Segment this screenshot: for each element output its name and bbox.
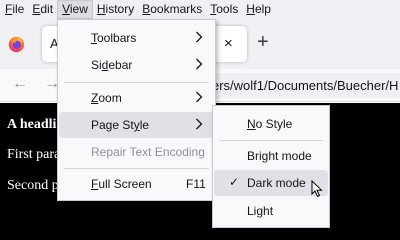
mouse-cursor-icon bbox=[311, 180, 323, 198]
page-style-bright-mode[interactable]: Bright mode bbox=[214, 143, 328, 169]
menu-view-mnemonic: V bbox=[62, 2, 70, 16]
page-style-no-style-label: No Style bbox=[247, 117, 293, 131]
view-menu-repair-text-encoding-label: Repair Text Encoding bbox=[91, 145, 205, 159]
menu-edit[interactable]: Edit bbox=[28, 0, 57, 19]
menu-view-label: iew bbox=[69, 2, 88, 16]
menu-view[interactable]: View bbox=[57, 0, 93, 19]
page-style-dark-mode-label: Dark mode bbox=[247, 176, 306, 190]
view-menu-repair-text-encoding[interactable]: Repair Text Encoding bbox=[59, 139, 214, 165]
view-menu: Toolbars Sidebar Zoom Page Style Repair … bbox=[57, 19, 216, 201]
menu-file[interactable]: File bbox=[1, 0, 28, 19]
menu-bookmarks[interactable]: Bookmarks bbox=[138, 0, 206, 19]
menu-help-label: elp bbox=[254, 2, 271, 16]
menu-history-label: istory bbox=[105, 2, 135, 16]
menu-bookmarks-label: ookmarks bbox=[150, 2, 203, 16]
menu-separator bbox=[64, 82, 209, 83]
view-menu-toolbars-label: Toolbars bbox=[91, 31, 137, 45]
page-heading: A headli bbox=[7, 117, 57, 132]
page-style-light-label: Light bbox=[247, 204, 274, 218]
submenu-arrow-icon bbox=[196, 118, 203, 130]
view-menu-sidebar-label: Sidebar bbox=[91, 58, 133, 72]
view-menu-zoom-label: Zoom bbox=[91, 91, 122, 105]
menu-tools[interactable]: Tools bbox=[206, 0, 242, 19]
submenu-arrow-icon bbox=[196, 31, 203, 43]
page-style-no-style[interactable]: No Style bbox=[214, 111, 328, 137]
checkmark-icon: ✓ bbox=[229, 175, 240, 189]
menu-tools-label: ools bbox=[216, 2, 239, 16]
url-text: ers/wolf1/Documents/Buecher/H bbox=[212, 78, 399, 93]
view-menu-zoom[interactable]: Zoom bbox=[59, 85, 214, 111]
new-tab-icon[interactable]: + bbox=[257, 32, 269, 52]
view-menu-page-style-label: Page Style bbox=[91, 118, 150, 132]
page-style-light[interactable]: Light bbox=[214, 198, 328, 224]
menu-edit-label: dit bbox=[40, 2, 54, 16]
full-screen-shortcut: F11 bbox=[186, 177, 206, 191]
view-menu-page-style[interactable]: Page Style bbox=[59, 112, 214, 138]
tab-close-icon[interactable]: × bbox=[224, 35, 233, 52]
menu-help-mnemonic: H bbox=[246, 2, 255, 16]
menu-separator bbox=[64, 168, 209, 169]
view-menu-full-screen[interactable]: Full Screen F11 bbox=[59, 171, 214, 197]
menu-bar: File Edit View History Bookmarks Tools H… bbox=[0, 0, 400, 19]
submenu-arrow-icon bbox=[196, 58, 203, 70]
menu-history-mnemonic: H bbox=[96, 2, 106, 16]
page-paragraph-2: Second p bbox=[7, 178, 59, 193]
page-style-submenu: No Style Bright mode ✓ Dark mode Light bbox=[212, 105, 330, 228]
view-menu-sidebar[interactable]: Sidebar bbox=[59, 52, 214, 78]
view-menu-full-screen-label: Full Screen bbox=[91, 177, 152, 191]
back-arrow-icon[interactable]: ← bbox=[12, 75, 28, 93]
firefox-menu-icon[interactable] bbox=[8, 36, 25, 53]
menu-help[interactable]: Help bbox=[242, 0, 275, 19]
page-paragraph-1: First para bbox=[7, 147, 61, 162]
menu-separator bbox=[219, 140, 323, 141]
page-style-bright-mode-label: Bright mode bbox=[247, 149, 312, 163]
menu-history[interactable]: History bbox=[93, 0, 138, 19]
view-menu-toolbars[interactable]: Toolbars bbox=[59, 25, 214, 51]
menu-file-label: ile bbox=[12, 2, 25, 16]
submenu-arrow-icon bbox=[196, 91, 203, 103]
